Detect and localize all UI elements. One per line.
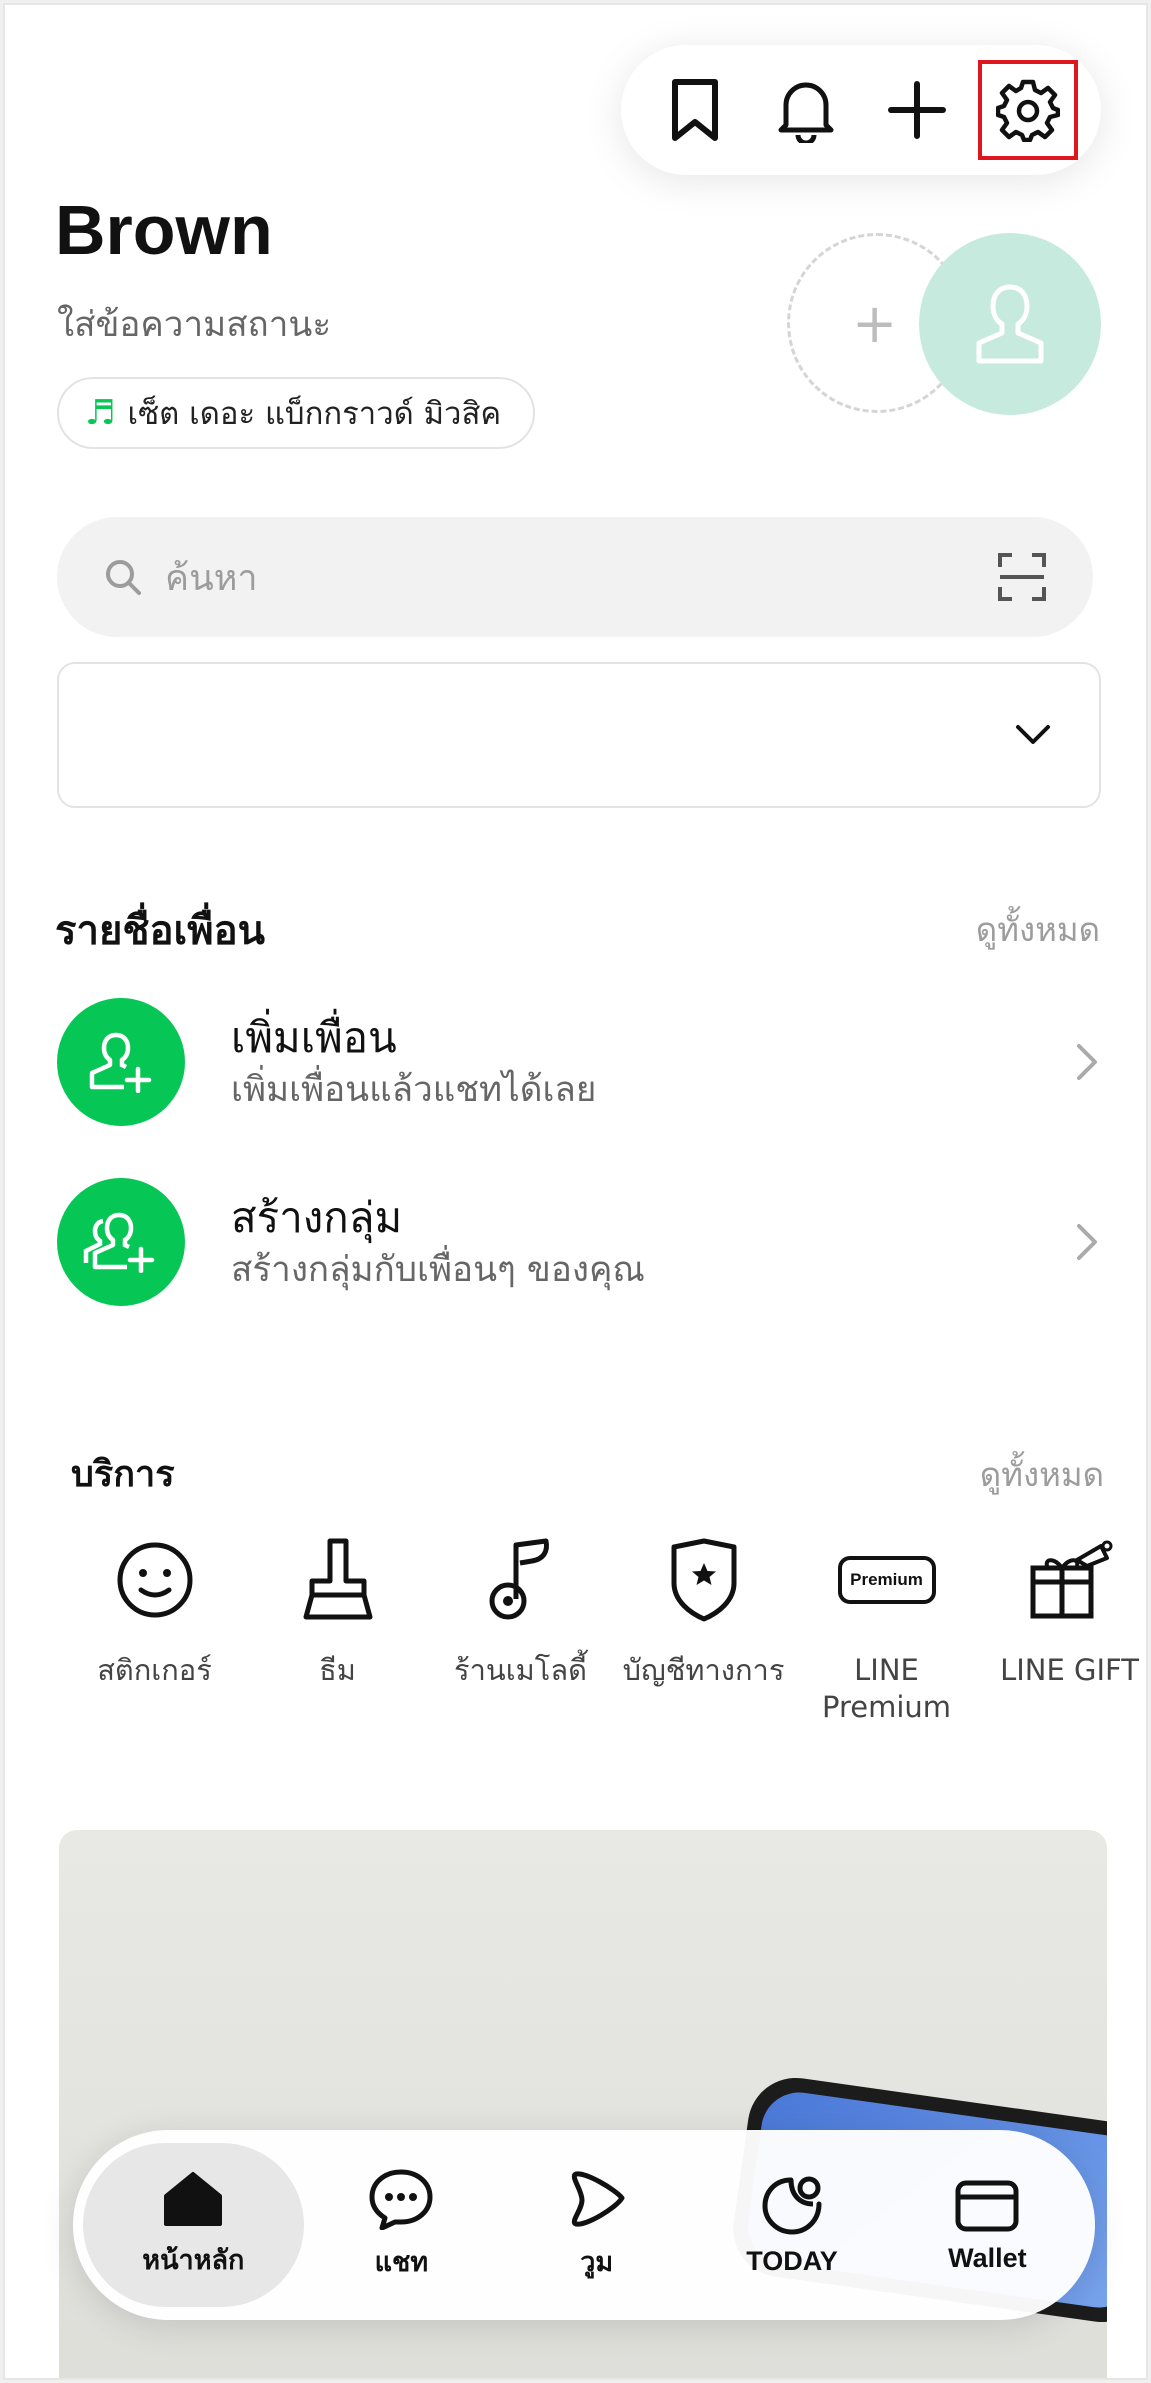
plus-icon bbox=[887, 81, 946, 139]
default-user-icon bbox=[976, 284, 1044, 364]
nav-voom[interactable]: วูม bbox=[499, 2143, 694, 2307]
add-friend-text: เพิ่มเพื่อน เพิ่มเพื่อนแล้วแชทได้เลย bbox=[231, 1010, 1067, 1114]
voom-play-icon bbox=[571, 2170, 625, 2227]
nav-wallet-label: Wallet bbox=[948, 2242, 1027, 2273]
status-message-input[interactable]: ใส่ข้อความสถานะ bbox=[57, 297, 331, 352]
service-label: บัญชีทางการ bbox=[622, 1653, 785, 1687]
service-label: LINE Premium bbox=[821, 1653, 952, 1724]
service-label: LINE GIFT bbox=[1000, 1653, 1139, 1687]
chat-icon bbox=[369, 2169, 433, 2230]
bookmark-icon bbox=[671, 79, 718, 141]
scan-qr-icon[interactable] bbox=[997, 552, 1047, 602]
search-bar[interactable]: ค้นหา bbox=[57, 517, 1093, 637]
add-friend-icon-circle bbox=[57, 998, 185, 1126]
create-group-subtitle: สร้างกลุ่มกับเพื่อนๆ ของคุณ bbox=[231, 1250, 645, 1290]
add-friend-icon bbox=[89, 1032, 152, 1093]
add-friend-subtitle: เพิ่มเพื่อนแล้วแชทได้เลย bbox=[231, 1070, 597, 1110]
avatar[interactable] bbox=[919, 233, 1101, 415]
gear-icon bbox=[995, 79, 1060, 142]
nav-home-label: หน้าหลัก bbox=[142, 2244, 245, 2275]
profile-music-label: เซ็ต เดอะ แบ็กกราวด์ มิวสิค bbox=[127, 396, 502, 432]
nav-chat[interactable]: แชท bbox=[304, 2143, 499, 2307]
create-group-icon-circle bbox=[57, 1178, 185, 1306]
nav-today-label: TODAY bbox=[746, 2245, 838, 2276]
add-friend-row[interactable]: เพิ่มเพื่อน เพิ่มเพื่อนแล้วแชทได้เลย bbox=[57, 997, 1107, 1127]
create-group-title: สร้างกลุ่ม bbox=[231, 1193, 403, 1242]
music-note-icon: ♬ bbox=[85, 393, 116, 433]
bottom-navigation: หน้าหลัก แชท วูม TODAY Wallet bbox=[73, 2130, 1095, 2320]
add-friend-title: เพิ่มเพื่อน bbox=[231, 1013, 397, 1062]
add-story-plus: + bbox=[852, 291, 898, 355]
home-screen: Brown ใส่ข้อความสถานะ ♬ เซ็ต เดอะ แบ็กกร… bbox=[3, 3, 1148, 2380]
today-icon bbox=[762, 2176, 822, 2235]
expandable-panel[interactable] bbox=[57, 662, 1101, 808]
nav-home[interactable]: หน้าหลัก bbox=[83, 2143, 304, 2307]
service-melody[interactable]: ร้านเมโลดี้ bbox=[429, 1530, 612, 1726]
nav-wallet[interactable]: Wallet bbox=[890, 2143, 1085, 2307]
services-row: สติกเกอร์ ธีม ร้านเมโลดี้ บัญชีทางการ Pr… bbox=[63, 1530, 1139, 1726]
notifications-button[interactable] bbox=[758, 62, 854, 158]
bookmark-button[interactable] bbox=[647, 62, 743, 158]
premium-badge-icon: Premium bbox=[837, 1556, 936, 1604]
theme-brush-icon bbox=[303, 1538, 372, 1620]
settings-button[interactable] bbox=[977, 60, 1078, 160]
bell-icon bbox=[778, 82, 833, 143]
services-section-title: บริการ bbox=[71, 1454, 175, 1495]
nav-voom-label: วูม bbox=[580, 2246, 614, 2277]
wallet-icon bbox=[955, 2180, 1019, 2231]
search-input[interactable]: ค้นหา bbox=[165, 549, 997, 606]
service-theme[interactable]: ธีม bbox=[246, 1530, 429, 1726]
service-official-account[interactable]: บัญชีทางการ bbox=[612, 1530, 795, 1726]
profile-name[interactable]: Brown bbox=[55, 190, 273, 270]
official-account-shield-icon bbox=[671, 1538, 736, 1622]
create-group-row[interactable]: สร้างกลุ่ม สร้างกลุ่มกับเพื่อนๆ ของคุณ bbox=[57, 1177, 1107, 1307]
services-see-all-link[interactable]: ดูทั้งหมด bbox=[980, 1448, 1104, 1501]
create-group-text: สร้างกลุ่ม สร้างกลุ่มกับเพื่อนๆ ของคุณ bbox=[231, 1190, 1067, 1294]
melody-note-icon bbox=[489, 1538, 549, 1620]
service-label: สติกเกอร์ bbox=[97, 1653, 212, 1687]
profile-music-button[interactable]: ♬ เซ็ต เดอะ แบ็กกราวด์ มิวสิค bbox=[57, 377, 536, 449]
nav-today[interactable]: TODAY bbox=[694, 2143, 889, 2307]
friends-see-all-link[interactable]: ดูทั้งหมด bbox=[976, 903, 1100, 956]
chevron-right-icon bbox=[1067, 1223, 1107, 1261]
service-label: ธีม bbox=[319, 1653, 356, 1687]
service-line-premium[interactable]: Premium LINE Premium bbox=[795, 1530, 978, 1726]
search-icon bbox=[106, 560, 141, 595]
top-toolbar bbox=[621, 45, 1101, 175]
add-button[interactable] bbox=[869, 62, 965, 158]
friends-section-title: รายชื่อเพื่อน bbox=[55, 908, 265, 954]
create-group-icon bbox=[83, 1212, 155, 1273]
service-sticker[interactable]: สติกเกอร์ bbox=[63, 1530, 246, 1726]
home-icon bbox=[164, 2171, 223, 2226]
service-label: ร้านเมโลดี้ bbox=[454, 1653, 587, 1687]
chevron-right-icon bbox=[1067, 1043, 1107, 1081]
gift-icon bbox=[1030, 1540, 1112, 1619]
sticker-icon bbox=[117, 1542, 192, 1618]
chevron-down-icon bbox=[1016, 725, 1050, 744]
nav-chat-label: แชท bbox=[374, 2246, 429, 2277]
service-line-gift[interactable]: LINE GIFT bbox=[978, 1530, 1146, 1726]
